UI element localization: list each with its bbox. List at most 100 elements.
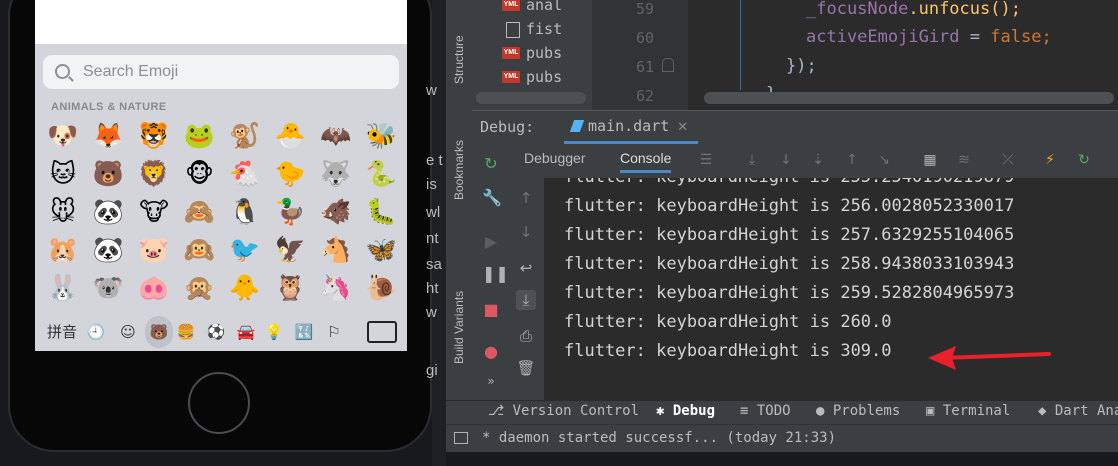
emoji-key[interactable]: 🦆: [273, 196, 309, 228]
bookmarks-tab[interactable]: Bookmarks: [452, 140, 466, 200]
more-icon[interactable]: »: [482, 374, 500, 388]
emoji-key[interactable]: 🙊: [182, 272, 218, 304]
run-to-cursor-icon[interactable]: ↘: [876, 152, 892, 168]
rerun-icon[interactable]: ↻: [482, 154, 500, 173]
delete-key-icon[interactable]: [367, 321, 397, 343]
emoji-key[interactable]: 🐗: [318, 196, 354, 228]
show-execution-point-icon[interactable]: ⤓: [744, 152, 760, 168]
project-file-item[interactable]: YML anal: [472, 0, 602, 18]
tab-debugger[interactable]: Debugger: [524, 150, 586, 166]
emoji-key[interactable]: 🐵: [182, 158, 218, 190]
stop-icon[interactable]: ■: [482, 300, 500, 319]
emoji-category-key[interactable]: 💡: [263, 316, 285, 348]
emoji-category-key[interactable]: 🕘: [85, 316, 107, 348]
tool-tab-bug[interactable]: ✱ Debug: [656, 403, 715, 419]
emoji-key[interactable]: 🐦: [227, 234, 263, 266]
pinyin-key[interactable]: 拼音: [45, 316, 79, 348]
menu-icon[interactable]: ☰: [698, 152, 714, 168]
project-file-item[interactable]: YML pubs: [472, 44, 602, 66]
emoji-key[interactable]: 🐴: [318, 234, 354, 266]
emoji-key[interactable]: 🐷: [136, 234, 172, 266]
emoji-category-key[interactable]: ☺: [117, 316, 139, 348]
view-breakpoints-icon[interactable]: ●: [482, 342, 500, 361]
emoji-category-key[interactable]: 🔣: [293, 316, 315, 348]
print-icon[interactable]: ⎙: [516, 326, 536, 346]
fold-marker-icon[interactable]: [662, 58, 674, 72]
dart-icon: ◆: [1038, 403, 1055, 419]
hot-restart-icon[interactable]: ↻: [1076, 152, 1092, 168]
emoji-key[interactable]: 🐸: [182, 120, 218, 152]
tab-console[interactable]: Console: [620, 150, 672, 173]
console-output[interactable]: flutter: keyboardHeight is 255.254019021…: [544, 178, 1118, 400]
emoji-category-key[interactable]: ⚐: [323, 316, 345, 348]
trace-icon[interactable]: ≋: [956, 152, 972, 168]
pause-icon[interactable]: ❚❚: [482, 264, 509, 283]
emoji-key[interactable]: 🦉: [273, 272, 309, 304]
close-tab-icon[interactable]: ✕: [677, 120, 688, 135]
tool-tab-branch[interactable]: ⎇ Version Control: [488, 403, 639, 419]
emoji-key[interactable]: 🐧: [227, 196, 263, 228]
emoji-category-key[interactable]: ⚽: [205, 316, 227, 348]
emoji-key[interactable]: 🙉: [182, 234, 218, 266]
emoji-key[interactable]: 🐼: [91, 196, 127, 228]
tool-tab-terminal[interactable]: ▣ Terminal: [926, 403, 1010, 419]
step-into-icon[interactable]: ⇣: [810, 152, 826, 168]
scroll-to-end-icon[interactable]: ⤓: [516, 290, 536, 310]
resume-icon[interactable]: ▶: [482, 232, 500, 251]
emoji-category-key[interactable]: 🐻: [145, 316, 173, 348]
emoji-key[interactable]: 🐮: [136, 196, 172, 228]
emoji-key[interactable]: 🐒: [227, 120, 263, 152]
up-arrow-icon[interactable]: ↑: [516, 188, 536, 208]
home-button[interactable]: [188, 372, 250, 434]
emoji-key[interactable]: 🐺: [318, 158, 354, 190]
emoji-key[interactable]: 🐹: [45, 234, 81, 266]
emoji-key[interactable]: 🐼: [91, 234, 127, 266]
emoji-key[interactable]: 🐻: [91, 158, 127, 190]
build-variants-tab[interactable]: Build Variants: [452, 291, 466, 364]
emoji-key[interactable]: 🐝: [364, 120, 400, 152]
hot-reload-icon[interactable]: ⚡: [1042, 152, 1058, 168]
emoji-key[interactable]: 🦄: [318, 272, 354, 304]
editor-scrollbar[interactable]: [704, 92, 1114, 104]
emoji-key[interactable]: 🐍: [364, 158, 400, 190]
emoji-key[interactable]: 🐭: [45, 196, 81, 228]
emoji-key[interactable]: 🐔: [227, 158, 263, 190]
mute-icon[interactable]: ⤫: [1000, 152, 1016, 168]
project-file-item[interactable]: fist: [472, 20, 602, 42]
tool-tab-dart[interactable]: ◆ Dart Ana: [1038, 403, 1118, 419]
step-out-icon[interactable]: ↑: [844, 152, 860, 168]
main-dart-tab[interactable]: main.dart ✕: [564, 111, 699, 144]
emoji-key[interactable]: 🐶: [45, 120, 81, 152]
emoji-key[interactable]: 🐌: [364, 272, 400, 304]
project-file-item[interactable]: YML pubs: [472, 68, 602, 90]
tool-tab-list[interactable]: ≡ TODO: [740, 403, 791, 419]
emoji-category-key[interactable]: 🚘: [235, 316, 257, 348]
emoji-key[interactable]: 🐛: [364, 196, 400, 228]
emoji-key[interactable]: 🦋: [364, 234, 400, 266]
emoji-key[interactable]: 🐰: [45, 272, 81, 304]
emoji-key[interactable]: 🐯: [136, 120, 172, 152]
soft-wrap-icon[interactable]: ↩: [516, 258, 536, 278]
emoji-search-field[interactable]: Search Emoji: [43, 55, 399, 89]
down-arrow-icon[interactable]: ↓: [516, 222, 536, 242]
clear-all-icon[interactable]: 🗑: [516, 358, 536, 378]
emoji-key[interactable]: 🦁: [136, 158, 172, 190]
emoji-key[interactable]: 🐤: [273, 158, 309, 190]
emoji-key[interactable]: 🦇: [318, 120, 354, 152]
emoji-key[interactable]: 🦅: [273, 234, 309, 266]
emoji-key[interactable]: 🙈: [182, 196, 218, 228]
structure-tab[interactable]: Structure: [452, 35, 466, 84]
tool-tab-info[interactable]: ● Problems: [816, 403, 900, 419]
wrench-icon[interactable]: 🔧: [482, 188, 502, 207]
emoji-key[interactable]: 🦊: [91, 120, 127, 152]
emoji-key[interactable]: 🐥: [227, 272, 263, 304]
project-scrollbar[interactable]: [476, 92, 586, 104]
emoji-key[interactable]: 🐣: [273, 120, 309, 152]
emoji-category-key[interactable]: 🍔: [175, 316, 197, 348]
layout-icon[interactable]: [454, 432, 468, 444]
emoji-key[interactable]: 🐨: [91, 272, 127, 304]
emoji-key[interactable]: 🐱: [45, 158, 81, 190]
evaluate-icon[interactable]: ▦: [922, 152, 938, 168]
emoji-key[interactable]: 🐽: [136, 272, 172, 304]
step-over-icon[interactable]: ↓: [778, 152, 794, 168]
